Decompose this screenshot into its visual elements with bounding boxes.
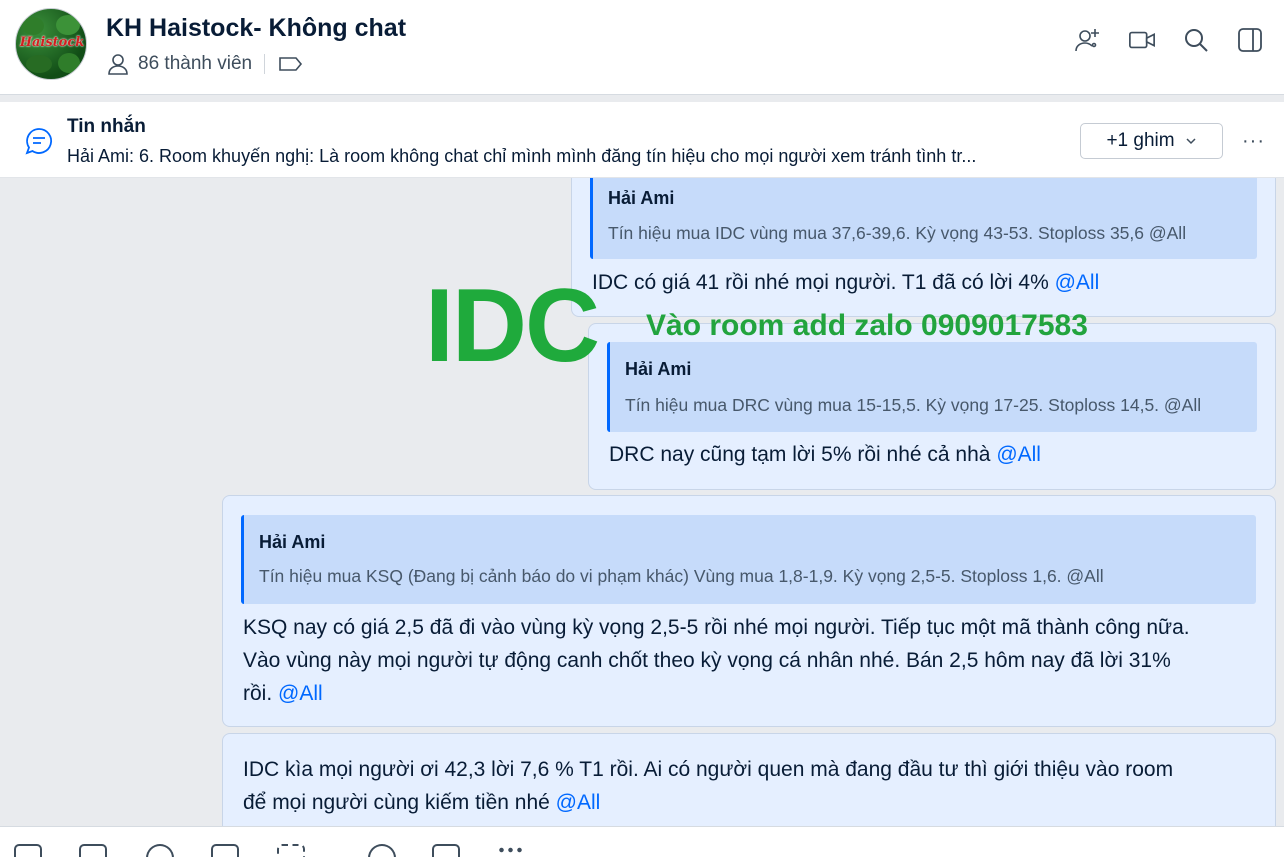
quote-text: Tín hiệu mua DRC vùng mua 15-15,5. Kỳ vọ… xyxy=(625,395,1202,415)
member-count-label: 86 thành viên xyxy=(138,53,253,74)
search-icon[interactable] xyxy=(1182,26,1210,54)
avatar-leaf xyxy=(22,17,44,35)
message-line: KSQ nay có giá 2,5 đã đi vào vùng kỳ vọn… xyxy=(243,616,1190,639)
person-icon xyxy=(108,54,128,75)
mention-link[interactable]: @All xyxy=(1055,271,1100,294)
message-bubble[interactable]: IDC kìa mọi người ơi 42,3 lời 7,6 % T1 r… xyxy=(222,733,1276,826)
quote-sender: Hải Ami xyxy=(608,188,675,208)
message-bubble-icon xyxy=(25,128,53,155)
quoted-message[interactable]: Hải Ami Tín hiệu mua IDC vùng mua 37,6-3… xyxy=(590,178,1257,259)
message-body: để mọi người cùng kiếm tiền nhé xyxy=(243,791,550,814)
message-body: DRC nay cũng tạm lời 5% rồi nhé cả nhà xyxy=(609,443,991,466)
attachment-icon[interactable] xyxy=(146,844,174,857)
message-bubble[interactable]: Hải Ami Tín hiệu mua DRC vùng mua 15-15,… xyxy=(588,323,1276,490)
video-call-icon[interactable] xyxy=(1128,26,1156,54)
avatar-leaf xyxy=(26,55,52,73)
message-line-last: để mọi người cùng kiếm tiền nhé @All xyxy=(243,786,1173,819)
avatar-leaf xyxy=(58,53,80,73)
quick-message-icon[interactable] xyxy=(432,844,460,857)
screenshot-icon[interactable] xyxy=(277,844,305,857)
mention-link[interactable]: @All xyxy=(556,791,601,814)
image-icon[interactable] xyxy=(79,844,107,857)
avatar-leaf xyxy=(56,15,80,35)
group-title[interactable]: KH Haistock- Không chat xyxy=(106,14,406,43)
more-tools-icon[interactable] xyxy=(497,847,525,853)
pinned-text: Hải Ami: 6. Room khuyến nghị: Là room kh… xyxy=(67,146,977,166)
watermark-ticker: IDC xyxy=(425,268,600,384)
quoted-message[interactable]: Hải Ami Tín hiệu mua DRC vùng mua 15-15,… xyxy=(607,342,1257,432)
mention-link[interactable]: @All xyxy=(278,682,323,705)
header-actions xyxy=(1074,26,1264,54)
message-text: IDC kìa mọi người ơi 42,3 lời 7,6 % T1 r… xyxy=(243,753,1173,819)
pinned-title: Tin nhắn xyxy=(67,116,146,137)
quote-text: Tín hiệu mua KSQ (Đang bị cảnh báo do vi… xyxy=(259,566,1104,586)
quote-sender: Hải Ami xyxy=(625,359,692,379)
message-list[interactable]: Hải Ami Tín hiệu mua IDC vùng mua 37,6-3… xyxy=(0,178,1284,826)
message-text: DRC nay cũng tạm lời 5% rồi nhé cả nhà @… xyxy=(609,438,1041,471)
card-icon[interactable] xyxy=(211,844,239,857)
message-body: IDC có giá 41 rồi nhé mọi người. T1 đã c… xyxy=(592,271,1049,294)
avatar-logo-text: Haistock xyxy=(19,35,85,50)
sticker-icon[interactable] xyxy=(14,844,42,857)
text-format-icon[interactable] xyxy=(368,844,396,857)
quote-sender: Hải Ami xyxy=(259,532,326,552)
message-text: KSQ nay có giá 2,5 đã đi vào vùng kỳ vọn… xyxy=(243,611,1190,710)
message-text: IDC có giá 41 rồi nhé mọi người. T1 đã c… xyxy=(592,266,1099,299)
quoted-message[interactable]: Hải Ami Tín hiệu mua KSQ (Đang bị cảnh b… xyxy=(241,515,1256,604)
mention-link[interactable]: @All xyxy=(996,443,1041,466)
message-line: IDC kìa mọi người ơi 42,3 lời 7,6 % T1 r… xyxy=(243,758,1174,781)
member-count[interactable]: 86 thành viên xyxy=(106,52,312,76)
message-body: rồi. xyxy=(243,682,273,705)
quote-text: Tín hiệu mua IDC vùng mua 37,6-39,6. Kỳ … xyxy=(608,223,1187,243)
pinned-message-bar[interactable]: Tin nhắn Hải Ami: 6. Room khuyến nghị: L… xyxy=(0,102,1284,178)
message-bubble[interactable]: Hải Ami Tín hiệu mua IDC vùng mua 37,6-3… xyxy=(571,178,1276,317)
pinned-count-button[interactable]: +1 ghim xyxy=(1080,123,1223,159)
message-line: Vào vùng này mọi người tự động canh chốt… xyxy=(243,649,1171,672)
group-avatar[interactable]: Haistock xyxy=(15,8,87,80)
sidebar-toggle-icon[interactable] xyxy=(1236,26,1264,54)
divider xyxy=(264,54,266,74)
pinned-count-label: +1 ghim xyxy=(1106,130,1175,151)
watermark-promo: Vào room add zalo 0909017583 xyxy=(646,309,1088,342)
add-member-icon[interactable] xyxy=(1074,26,1102,54)
tag-icon[interactable] xyxy=(278,53,304,75)
composer-toolbar xyxy=(0,826,1284,857)
chevron-down-icon xyxy=(1186,138,1196,145)
message-bubble[interactable]: Hải Ami Tín hiệu mua KSQ (Đang bị cảnh b… xyxy=(222,495,1276,727)
chat-header: Haistock KH Haistock- Không chat 86 thàn… xyxy=(0,0,1284,95)
more-options-button[interactable]: ··· xyxy=(1242,130,1265,153)
message-line-last: rồi. @All xyxy=(243,677,1190,710)
